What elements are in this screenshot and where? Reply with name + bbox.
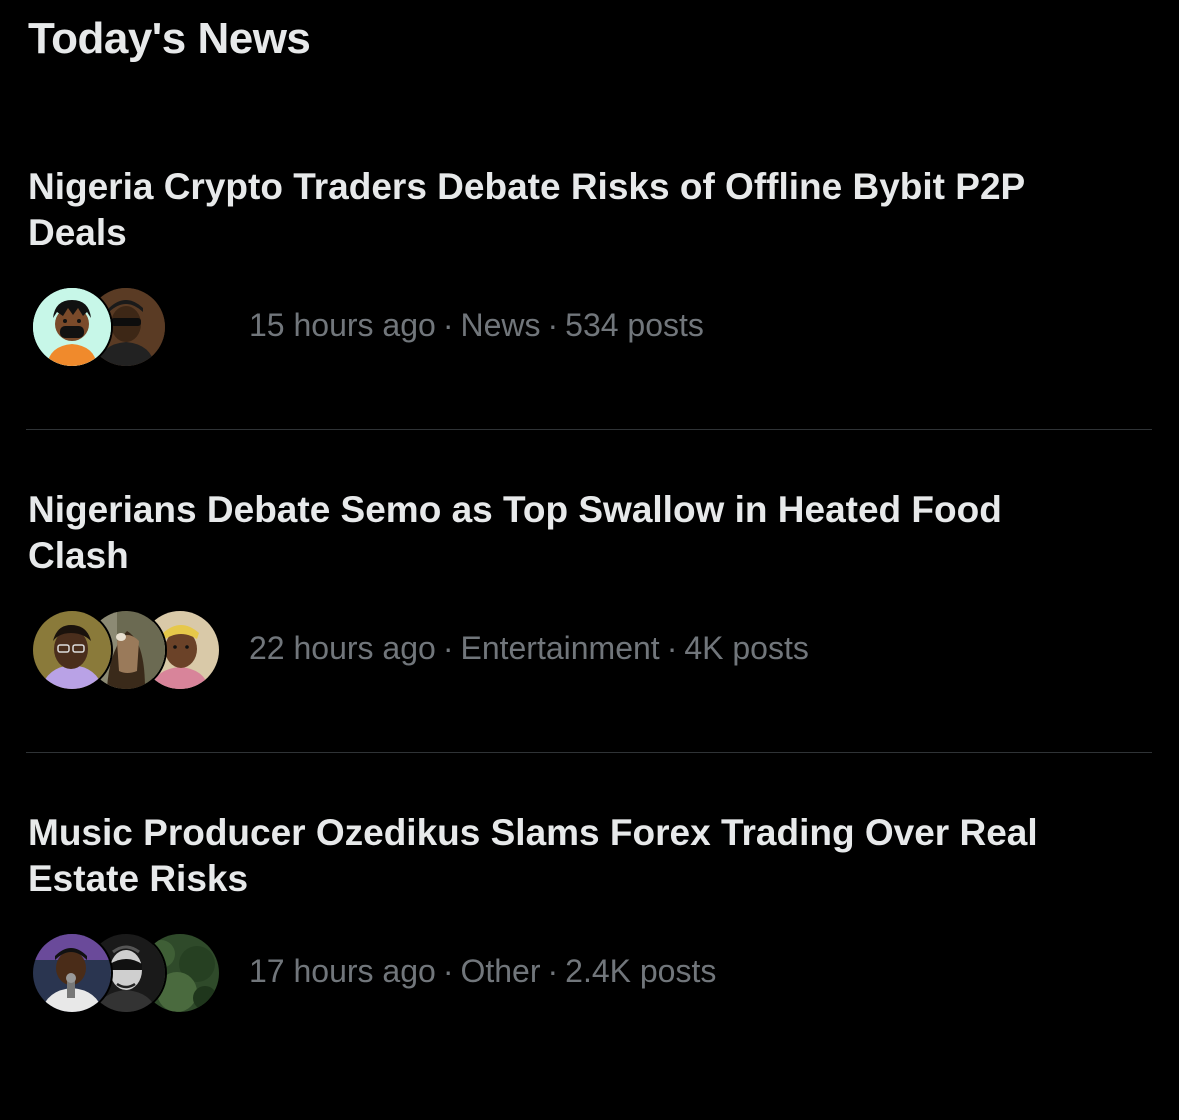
news-item[interactable]: Nigeria Crypto Traders Debate Risks of O…: [0, 106, 1179, 429]
avatar-cartoon-image: [33, 288, 111, 366]
news-headline[interactable]: Music Producer Ozedikus Slams Forex Trad…: [28, 810, 1108, 902]
avatar: [31, 932, 113, 1014]
news-category: Entertainment: [460, 630, 660, 666]
avatar-stack: [31, 932, 231, 1014]
news-item[interactable]: Nigerians Debate Semo as Top Swallow in …: [0, 429, 1179, 752]
avatar-photo-image: [33, 934, 111, 1012]
news-category: Other: [460, 953, 541, 989]
news-meta: 22 hours ago · Entertainment · 4K posts: [249, 630, 809, 667]
separator-dot: ·: [666, 630, 678, 666]
news-category: News: [460, 307, 541, 343]
separator-dot: ·: [442, 630, 454, 666]
separator-dot: ·: [442, 953, 454, 989]
avatar: [31, 286, 113, 368]
news-headline[interactable]: Nigeria Crypto Traders Debate Risks of O…: [28, 164, 1108, 256]
avatar: [31, 609, 113, 691]
news-post-count: 4K posts: [684, 630, 809, 666]
avatar-photo-image: [33, 611, 111, 689]
news-post-count: 534 posts: [565, 307, 704, 343]
news-headline[interactable]: Nigerians Debate Semo as Top Swallow in …: [28, 487, 1108, 579]
news-time: 17 hours ago: [249, 953, 436, 989]
avatar-stack: [31, 609, 231, 691]
separator-dot: ·: [547, 307, 559, 343]
news-time: 15 hours ago: [249, 307, 436, 343]
avatar-stack: [31, 286, 231, 368]
news-item[interactable]: Music Producer Ozedikus Slams Forex Trad…: [0, 752, 1179, 1075]
section-title: Today's News: [28, 14, 311, 63]
news-post-count: 2.4K posts: [565, 953, 717, 989]
separator-dot: ·: [442, 307, 454, 343]
separator-dot: ·: [547, 953, 559, 989]
news-meta: 17 hours ago · Other · 2.4K posts: [249, 953, 716, 990]
news-meta: 15 hours ago · News · 534 posts: [249, 307, 704, 344]
news-time: 22 hours ago: [249, 630, 436, 666]
